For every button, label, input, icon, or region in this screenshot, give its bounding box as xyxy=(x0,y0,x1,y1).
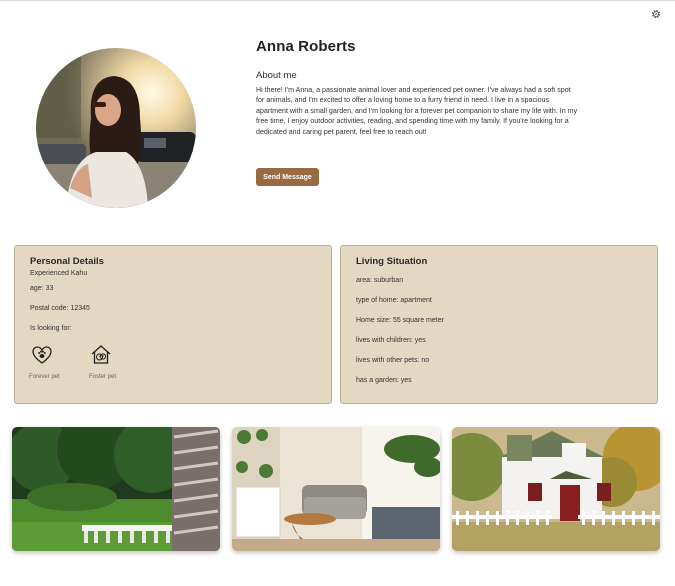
living-item: type of home: apartment xyxy=(356,297,432,304)
postal-code-text: Postal code: 12345 xyxy=(30,305,90,312)
about-me-text: Hi there! I'm Anna, a passionate animal … xyxy=(256,86,578,136)
experience-text: Experienced Kahu xyxy=(30,270,88,277)
avatar xyxy=(36,48,196,208)
personal-details-card: Personal Details Experienced Kahu age: 3… xyxy=(14,245,332,404)
living-item: area: suburban xyxy=(356,277,404,284)
age-text: age: 33 xyxy=(30,285,54,292)
heart-paw-icon xyxy=(32,346,52,364)
send-message-button[interactable]: Send Message xyxy=(256,168,319,186)
looking-for-label: Is looking for: xyxy=(30,325,72,332)
living-room-photo xyxy=(232,427,440,551)
living-item: lives with other pets: no xyxy=(356,357,430,364)
living-situation-card: Living Situation area: suburban type of … xyxy=(340,245,658,404)
about-me-heading: About me xyxy=(256,70,297,81)
gear-icon[interactable] xyxy=(650,8,662,20)
living-item: lives with children: yes xyxy=(356,337,426,344)
living-item: has a garden: yes xyxy=(356,377,412,384)
house-photo xyxy=(452,427,660,551)
garden-photo xyxy=(12,427,220,551)
foster-pet-label: Foster pet xyxy=(89,374,117,380)
living-situation-title: Living Situation xyxy=(356,256,428,267)
forever-pet-label: Forever pet xyxy=(29,374,60,380)
profile-name: Anna Roberts xyxy=(256,38,356,55)
living-item: Home size: 55 square meter xyxy=(356,317,444,324)
personal-details-title: Personal Details xyxy=(30,256,104,267)
house-paw-icon xyxy=(91,345,111,364)
